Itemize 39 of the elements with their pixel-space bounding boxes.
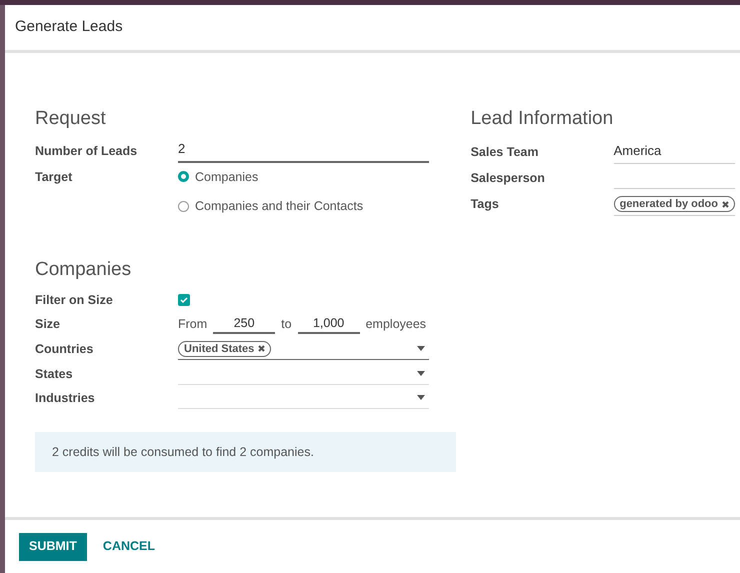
radio-label[interactable]: Companies — [195, 168, 258, 186]
radio-label[interactable]: Companies and their Contacts — [195, 197, 364, 216]
tag-chip[interactable]: United States — [178, 340, 272, 356]
dropdown-field[interactable]: United States — [178, 338, 429, 360]
submit-button[interactable]: SUBMIT — [19, 532, 87, 560]
remove-icon[interactable] — [258, 345, 266, 352]
radio-button[interactable] — [178, 201, 189, 212]
from-label: From — [178, 316, 208, 333]
tag-chip[interactable]: generated by odoo — [614, 196, 735, 212]
section-heading: Companies — [35, 258, 132, 282]
radio-button[interactable] — [178, 171, 189, 182]
to-label: to — [281, 316, 292, 333]
field-label: Size — [35, 316, 62, 333]
input-field[interactable]: 250 — [213, 314, 276, 334]
caret-icon[interactable] — [417, 371, 425, 376]
cancel-button[interactable]: CANCEL — [92, 532, 166, 560]
field-label: Countries — [35, 340, 94, 358]
checkmark-icon — [180, 296, 188, 304]
field-label: States — [35, 366, 74, 383]
field-label: Filter on Size — [35, 292, 114, 309]
input-field[interactable]: 1,000 — [298, 314, 360, 334]
tags-field[interactable]: generated by odoo — [614, 194, 735, 216]
field-label: Target — [35, 168, 74, 186]
caret-icon[interactable] — [417, 395, 425, 400]
input-field[interactable]: America — [614, 142, 735, 164]
field-label: Number of Leads — [35, 143, 138, 160]
checkbox[interactable] — [178, 294, 190, 306]
field-label: Tags — [470, 196, 500, 214]
field-label: Salesperson — [470, 170, 546, 188]
caret-icon[interactable] — [417, 346, 425, 351]
section-heading: Lead Information — [470, 107, 614, 131]
field-label: Sales Team — [470, 144, 540, 162]
dialog-title: Generate Leads — [15, 17, 123, 38]
input-field[interactable]: 2 — [178, 140, 429, 162]
field-label: Industries — [35, 390, 96, 407]
section-heading: Request — [35, 107, 107, 131]
info-alert: 2 credits will be consumed to find 2 companies. — [35, 432, 456, 472]
remove-icon[interactable] — [722, 200, 729, 208]
unit-label: employees — [366, 316, 426, 333]
